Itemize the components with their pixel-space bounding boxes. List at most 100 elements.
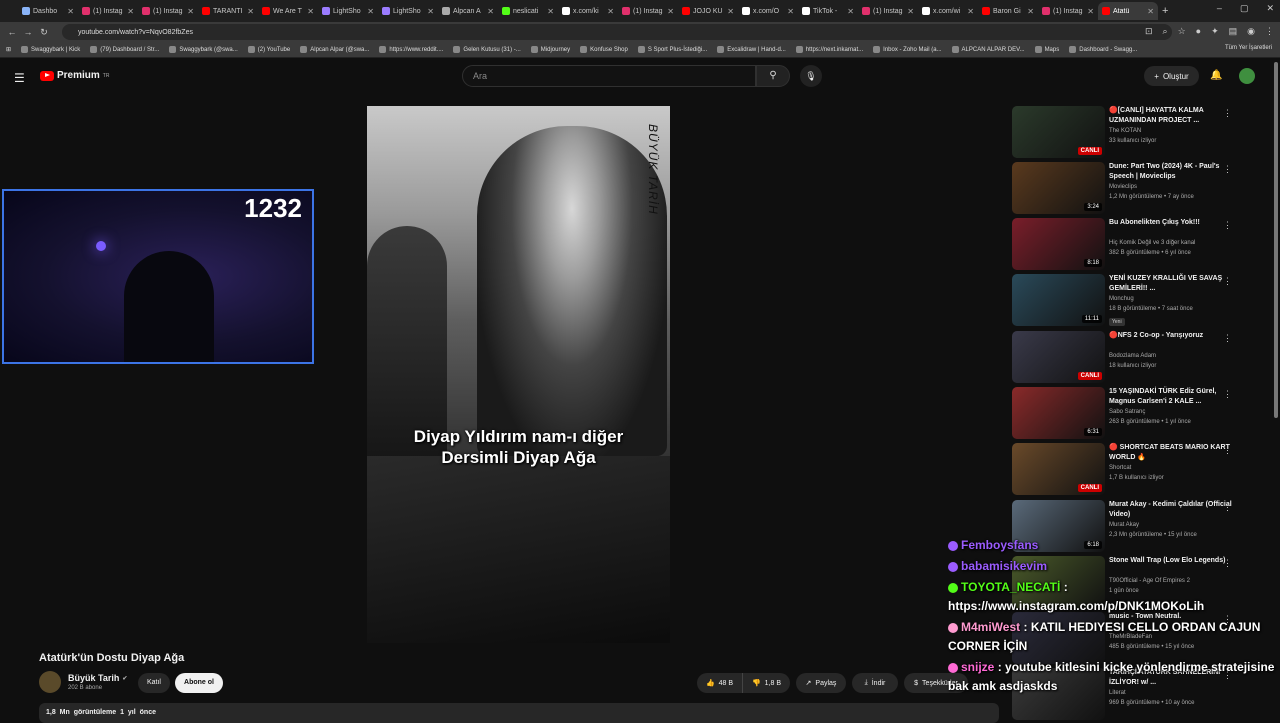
more-actions-icon[interactable]: ⋮ <box>1223 220 1232 231</box>
page-scrollbar[interactable] <box>1274 62 1278 418</box>
video-thumbnail[interactable]: 3:24 <box>1012 162 1105 214</box>
tab-close-icon[interactable]: ✕ <box>1087 7 1094 16</box>
recommended-video[interactable]: 3:24 Dune: Part Two (2024) 4K - Paul's Sp… <box>1012 162 1262 214</box>
tab-close-icon[interactable]: ✕ <box>367 7 374 16</box>
browser-tab[interactable]: Baron Gi ✕ <box>978 2 1038 20</box>
share-button[interactable]: ↗ Paylaş <box>796 673 846 693</box>
channel-name[interactable]: Büyük Tarih ✔ <box>68 673 127 683</box>
bookmark-item[interactable]: Alpcan Alpar (@swa... <box>300 46 369 53</box>
zoom-icon[interactable]: ⌕ <box>1163 26 1168 37</box>
subscribe-button[interactable]: Abone ol <box>175 673 223 693</box>
recommended-video[interactable]: CANLI 🔴 SHORTCAT BEATS MARIO KART WORLD 🔥… <box>1012 443 1262 495</box>
browser-tab[interactable]: (1) Instag ✕ <box>618 2 678 20</box>
more-actions-icon[interactable]: ⋮ <box>1223 276 1232 287</box>
tab-close-icon[interactable]: ✕ <box>1027 7 1034 16</box>
reload-icon[interactable]: ↻ <box>36 27 52 38</box>
browser-tab[interactable]: (1) Instag ✕ <box>78 2 138 20</box>
maximize-icon[interactable]: ▢ <box>1240 3 1249 14</box>
browser-tab[interactable]: x.com/O ✕ <box>738 2 798 20</box>
more-actions-icon[interactable]: ⋮ <box>1223 164 1232 175</box>
bookmark-item[interactable]: Konfuse Shop <box>580 46 628 53</box>
browser-tab[interactable]: Dashbo ✕ <box>18 2 78 20</box>
bookmark-item[interactable]: https://www.reddit.... <box>379 46 443 53</box>
tab-close-icon[interactable]: ✕ <box>187 7 194 16</box>
browser-tab[interactable]: We Are T ✕ <box>258 2 318 20</box>
forward-icon[interactable]: → <box>20 27 36 37</box>
video-thumbnail[interactable]: 6:31 <box>1012 387 1105 439</box>
tab-close-icon[interactable]: ✕ <box>967 7 974 16</box>
video-thumbnail[interactable]: CANLI <box>1012 443 1105 495</box>
bookmark-item[interactable]: Swaggybark (@swa... <box>169 46 238 53</box>
bookmark-item[interactable]: (79) Dashboard / Str... <box>90 46 159 53</box>
back-icon[interactable]: ← <box>4 27 20 37</box>
tab-close-icon[interactable]: ✕ <box>487 7 494 16</box>
bookmark-item[interactable]: Maps <box>1034 46 1059 53</box>
sidebar-icon[interactable]: ▤ <box>1229 26 1238 37</box>
profile-icon[interactable]: ◉ <box>1247 26 1255 37</box>
bookmark-item[interactable]: Inbox - Zoho Mail (a... <box>873 46 942 53</box>
recommended-video[interactable]: 6:18 Murat Akay - Kedimi Çaldılar (Offici… <box>1012 500 1262 552</box>
more-actions-icon[interactable]: ⋮ <box>1223 108 1232 119</box>
menu-dots-icon[interactable]: ⋮ <box>1265 26 1274 37</box>
description-box[interactable]: 1,8 Mn görüntüleme 1 yıl önce <box>39 703 999 723</box>
bookmark-item[interactable]: Gelen Kutusu (31) -... <box>453 46 521 53</box>
bookmark-star-icon[interactable]: ☆ <box>1178 26 1186 37</box>
video-thumbnail[interactable]: CANLI <box>1012 331 1105 383</box>
dislike-button[interactable]: 👎 1,8 B <box>742 673 790 693</box>
notifications-bell-icon[interactable]: 🔔 <box>1210 70 1222 81</box>
browser-tab[interactable]: JOJO KU ✕ <box>678 2 738 20</box>
more-actions-icon[interactable]: ⋮ <box>1223 558 1232 569</box>
minimize-icon[interactable]: – <box>1217 3 1222 14</box>
bookmark-item[interactable]: Excalidraw | Hand-d... <box>717 46 786 53</box>
tab-close-icon[interactable]: ✕ <box>127 7 134 16</box>
tab-close-icon[interactable]: ✕ <box>547 7 554 16</box>
video-thumbnail[interactable]: 8:18 <box>1012 218 1105 270</box>
channel-avatar[interactable] <box>39 671 61 693</box>
bookmark-item[interactable]: ALPCAN ALPAR DEV... <box>951 46 1025 53</box>
puzzle-icon[interactable]: ✦ <box>1211 26 1219 37</box>
browser-tab[interactable]: Atatü ✕ <box>1098 2 1158 20</box>
browser-tab[interactable]: (1) Instag ✕ <box>1038 2 1098 20</box>
more-actions-icon[interactable]: ⋮ <box>1223 445 1232 456</box>
recommended-video[interactable]: TARİHÇİ ATATÜRK SAHNELERİNİ İZLİYOR! w/ … <box>1012 668 1262 720</box>
voice-search-button[interactable]: 🎙 <box>800 65 822 87</box>
bookmark-item[interactable]: (2) YouTube <box>247 46 290 53</box>
search-input[interactable]: Ara <box>462 65 756 87</box>
bookmark-item[interactable]: Midjourney <box>530 46 570 53</box>
recommended-video[interactable]: CANLI 🔴NFS 2 Co-op - Yarışıyoruz Bodozlama… <box>1012 331 1262 383</box>
install-icon[interactable]: ⊡ <box>1145 26 1153 37</box>
recommended-video[interactable]: 8:18 Bu Abonelikten Çıkış Yok!!! Hiç Komik… <box>1012 218 1262 270</box>
recommended-video[interactable]: 6:31 15 YAŞINDAKİ TÜRK Ediz Gürel, Magnus… <box>1012 387 1262 439</box>
hamburger-menu-icon[interactable]: ☰ <box>14 71 25 85</box>
browser-tab[interactable]: LightSho ✕ <box>318 2 378 20</box>
bookmark-item[interactable]: https://next.inkarnat... <box>795 46 863 53</box>
browser-tab[interactable]: TARANTI ✕ <box>198 2 258 20</box>
like-button[interactable]: 👍 48 B <box>697 673 742 693</box>
close-window-icon[interactable]: ✕ <box>1266 3 1274 14</box>
bookmark-item[interactable]: Swaggybark | Kick <box>21 46 80 53</box>
browser-tab[interactable]: TikTok - ✕ <box>798 2 858 20</box>
create-button[interactable]: + Oluştur <box>1144 66 1199 86</box>
tab-close-icon[interactable]: ✕ <box>247 7 254 16</box>
url-field[interactable]: youtube.com/watch?v=NqvO82fbZes <box>62 24 1172 40</box>
more-actions-icon[interactable]: ⋮ <box>1223 333 1232 344</box>
browser-tab[interactable]: (1) Instag ✕ <box>858 2 918 20</box>
tab-close-icon[interactable]: ✕ <box>847 7 854 16</box>
tab-close-icon[interactable]: ✕ <box>667 7 674 16</box>
join-button[interactable]: Katıl <box>138 673 170 693</box>
browser-tab[interactable]: x.com/wi ✕ <box>918 2 978 20</box>
tab-close-icon[interactable]: ✕ <box>607 7 614 16</box>
tab-close-icon[interactable]: ✕ <box>1147 7 1154 16</box>
extension-icon[interactable]: ● <box>1196 26 1201 37</box>
video-thumbnail[interactable]: 11:11 <box>1012 274 1105 326</box>
browser-tab[interactable]: x.com/ki ✕ <box>558 2 618 20</box>
browser-tab[interactable]: LightSho ✕ <box>378 2 438 20</box>
new-tab-icon[interactable]: + <box>1162 5 1168 17</box>
recommended-video[interactable]: 11:11 YENİ KUZEY KRALLIĞI VE SAVAŞ GEMİLE… <box>1012 274 1262 326</box>
video-thumbnail[interactable]: CANLI <box>1012 106 1105 158</box>
tab-close-icon[interactable]: ✕ <box>67 7 74 16</box>
avatar[interactable] <box>1239 68 1255 84</box>
recommended-video[interactable]: CANLI 🔴[CANLI] HAYATTA KALMA UZMANINDAN P… <box>1012 106 1262 158</box>
more-actions-icon[interactable]: ⋮ <box>1223 502 1232 513</box>
apps-icon[interactable]: ⊞ <box>6 46 11 53</box>
